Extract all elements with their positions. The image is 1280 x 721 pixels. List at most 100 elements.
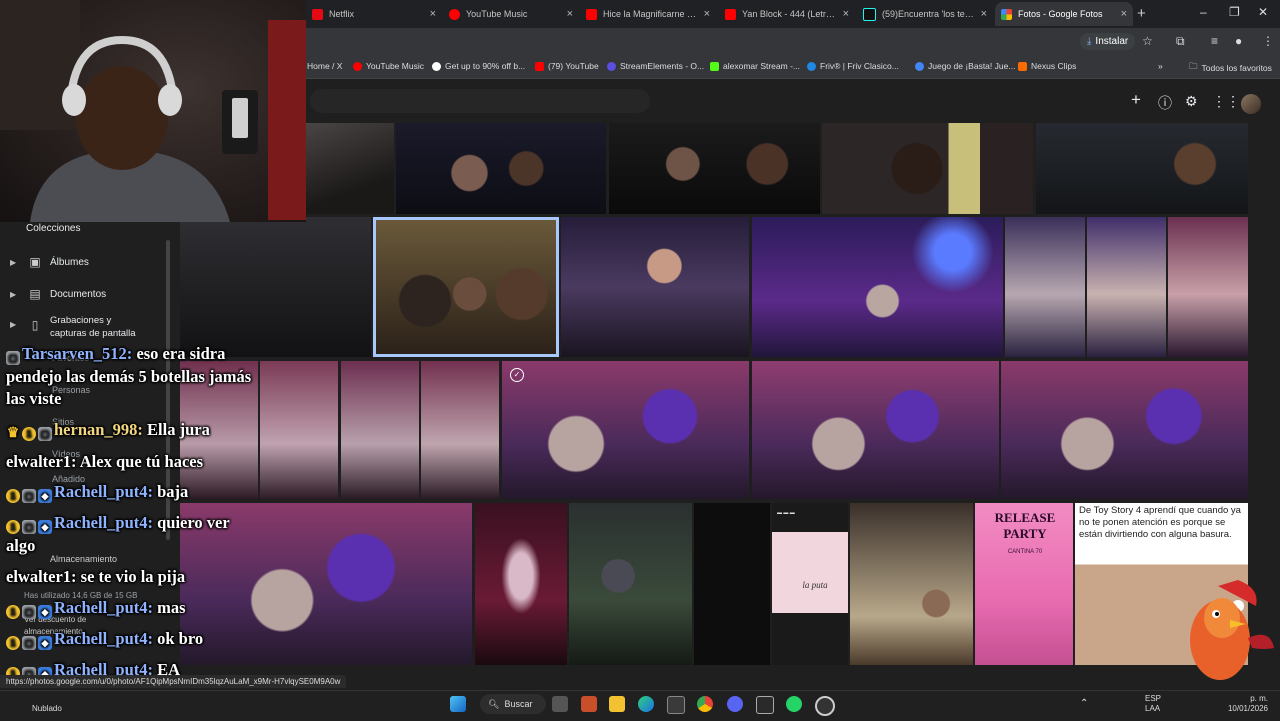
- bookmark-nexus-clips[interactable]: Nexus Clips: [1018, 61, 1076, 71]
- bookmark-youtube[interactable]: (79) YouTube: [535, 61, 599, 71]
- bookmark-deals[interactable]: Get up to 90% off b...: [432, 61, 525, 71]
- bookmark-star-icon[interactable]: ☆: [1142, 34, 1153, 48]
- help-icon[interactable]: ⓘ: [1158, 93, 1172, 113]
- whatsapp-icon[interactable]: [786, 696, 802, 712]
- photo-thumbnail[interactable]: [752, 361, 999, 499]
- profile-icon[interactable]: ●: [1235, 34, 1242, 48]
- new-tab-icon[interactable]: +: [1137, 5, 1146, 22]
- storage-discount-link[interactable]: Ver descuento de almacenamiento: [24, 614, 86, 638]
- photo-thumbnail[interactable]: [609, 123, 820, 214]
- tab-google-photos[interactable]: Fotos - Google Fotos ×: [995, 2, 1133, 26]
- close-window-icon[interactable]: ✕: [1258, 5, 1268, 19]
- tab-youtube-music[interactable]: YouTube Music ×: [443, 2, 579, 26]
- sidebar-item-people[interactable]: Personas: [52, 385, 90, 395]
- sidebar-item-recordings[interactable]: ▶ ▯ Grabaciones y capturas de pantalla: [10, 314, 136, 340]
- sidebar-scrollbar[interactable]: [166, 240, 170, 540]
- file-explorer-icon[interactable]: [609, 696, 625, 712]
- browser-menu-icon[interactable]: ⋮: [1262, 34, 1274, 48]
- photo-thumbnail[interactable]: [850, 503, 973, 665]
- language-indicator[interactable]: ESP LAA: [1145, 694, 1161, 714]
- close-tab-icon[interactable]: ×: [567, 8, 573, 20]
- tray-chevron-icon[interactable]: ⌃: [1080, 699, 1088, 709]
- all-bookmarks-button[interactable]: 🗀 Todos los favoritos: [1189, 61, 1272, 75]
- photo-thumbnail[interactable]: [1005, 217, 1085, 357]
- photo-thumbnail[interactable]: [822, 123, 1033, 214]
- tab-youtube-video-1[interactable]: Hice la Magnificarne en la Esta ×: [580, 2, 716, 26]
- sidebar-item-added[interactable]: Añadido: [52, 474, 85, 484]
- windows-start-icon[interactable]: [450, 696, 466, 712]
- store-icon[interactable]: [667, 696, 685, 714]
- photo-thumbnail[interactable]: [1036, 123, 1248, 214]
- minimize-icon[interactable]: –: [1200, 5, 1207, 19]
- bookmark-kick-stream[interactable]: alexomar Stream -...: [710, 61, 800, 71]
- tab-youtube-video-2[interactable]: Yan Block - 444 (Letra-Lyrics) ×: [719, 2, 855, 26]
- meme-caption: De Toy Story 4 aprendí que cuando ya no …: [1079, 505, 1241, 541]
- photo-thumbnail[interactable]: [260, 361, 338, 499]
- tab-tiktok[interactable]: (59)Encuentra 'los teletubbies' ×: [857, 2, 993, 26]
- extensions-icon[interactable]: ⧉: [1176, 34, 1185, 49]
- tab-title: Yan Block - 444 (Letra-Lyrics): [742, 9, 837, 19]
- photo-thumbnail[interactable]: [396, 123, 606, 214]
- photo-thumbnail[interactable]: [180, 361, 258, 499]
- close-tab-icon[interactable]: ×: [843, 8, 849, 20]
- bookmark-streamelements[interactable]: StreamElements - O...: [607, 61, 704, 71]
- task-view-icon[interactable]: [552, 696, 568, 712]
- bookmark-basta[interactable]: Juego de ¡Basta! Jue...: [915, 61, 1015, 71]
- close-tab-icon[interactable]: ×: [430, 8, 436, 20]
- photo-thumbnail[interactable]: [502, 361, 749, 499]
- epic-games-icon[interactable]: [756, 696, 774, 714]
- photo-thumbnail[interactable]: [180, 217, 371, 357]
- youtube-music-icon: [449, 8, 460, 20]
- weather-label[interactable]: Nublado: [32, 704, 62, 713]
- clock[interactable]: p. m. 10/01/2026: [1208, 694, 1268, 714]
- maximize-icon[interactable]: ❐: [1229, 5, 1240, 19]
- chevron-right-icon[interactable]: ▶: [10, 320, 20, 329]
- widgets-icon[interactable]: [581, 696, 597, 712]
- bookmark-home-x[interactable]: Home / X: [307, 61, 342, 71]
- chevron-right-icon[interactable]: ▶: [10, 290, 20, 299]
- media-controls-icon[interactable]: ≡: [1211, 34, 1218, 48]
- obs-icon[interactable]: [815, 696, 835, 716]
- sidebar-item-albums[interactable]: ▶ ▣ Álbumes: [10, 255, 89, 269]
- bookmark-friv[interactable]: Friv® | Friv Clasico...: [807, 61, 899, 71]
- photo-thumbnail[interactable]: [561, 217, 749, 357]
- photo-thumbnail[interactable]: [694, 503, 770, 665]
- sidebar-item-places[interactable]: Sitios: [52, 417, 74, 427]
- bookmark-label: Nexus Clips: [1031, 61, 1077, 71]
- sidebar-item-documents[interactable]: ▶ ▤ Documentos: [10, 287, 106, 301]
- install-app-button[interactable]: ⤓ Instalar: [1080, 33, 1136, 50]
- sidebar-item-storage[interactable]: Almacenamiento: [50, 554, 117, 564]
- photo-thumbnail[interactable]: [341, 361, 419, 499]
- sidebar-item-favorites[interactable]: Favoritos: [52, 353, 89, 363]
- bookmark-label: Get up to 90% off b...: [445, 61, 526, 71]
- bookmark-label: StreamElements - O...: [620, 61, 705, 71]
- tab-netflix[interactable]: Netflix ×: [306, 2, 442, 26]
- taskbar-search[interactable]: 🔍︎ Buscar: [480, 694, 546, 714]
- poster-title: RELEASE PARTY: [994, 510, 1056, 541]
- photo-thumbnail[interactable]: [1087, 217, 1166, 357]
- close-tab-icon[interactable]: ×: [981, 8, 987, 20]
- chevron-right-icon[interactable]: ▶: [10, 258, 20, 267]
- photo-thumbnail-selected[interactable]: [373, 217, 559, 357]
- bookmarks-overflow-icon[interactable]: »: [1158, 61, 1163, 71]
- settings-gear-icon[interactable]: ⚙: [1185, 93, 1198, 110]
- close-tab-icon[interactable]: ×: [704, 8, 710, 20]
- photo-thumbnail[interactable]: [475, 503, 567, 665]
- photo-thumbnail[interactable]: [569, 503, 692, 665]
- photo-thumbnail[interactable]: [306, 123, 394, 214]
- create-plus-icon[interactable]: +: [1131, 90, 1141, 110]
- photo-thumbnail[interactable]: [1001, 361, 1248, 499]
- photo-thumbnail[interactable]: [752, 217, 1003, 357]
- photo-thumbnail[interactable]: [421, 361, 499, 499]
- account-avatar[interactable]: [1241, 94, 1261, 114]
- photo-thumbnail[interactable]: [180, 503, 472, 665]
- close-tab-icon[interactable]: ×: [1121, 8, 1127, 20]
- edge-icon[interactable]: [638, 696, 654, 712]
- sidebar-item-videos[interactable]: Vídeos: [52, 449, 80, 459]
- photo-thumbnail[interactable]: [1168, 217, 1248, 357]
- chrome-icon[interactable]: [697, 696, 713, 712]
- photos-search-input[interactable]: [310, 89, 650, 113]
- discord-icon[interactable]: [727, 696, 743, 712]
- bookmark-youtube-music[interactable]: YouTube Music: [353, 61, 424, 71]
- select-check-icon[interactable]: ✓: [510, 368, 524, 382]
